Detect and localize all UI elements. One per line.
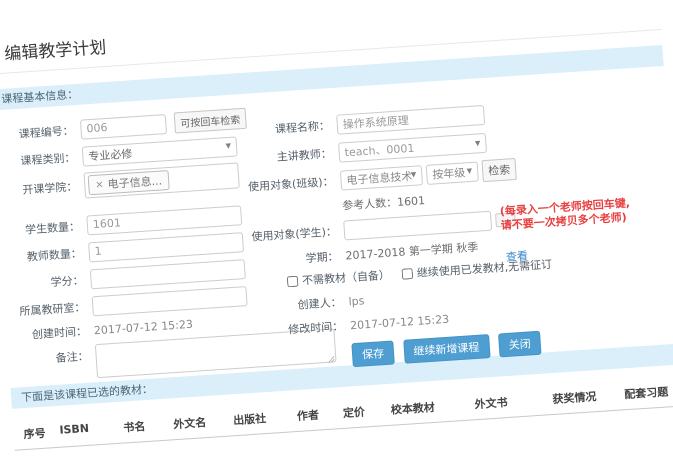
col-author: 作者: [297, 405, 344, 424]
class-college-value: 电子信息技术学院: [346, 167, 412, 187]
caret-down-icon: ▼: [411, 172, 417, 179]
remark-label: 备注：: [8, 344, 96, 369]
modify-time-value: 2017-07-12 15:23: [350, 312, 450, 332]
college-tag-label: 电子信息...: [107, 172, 162, 192]
page-wrapper: 编辑教学计划 课程基本信息： 课程编号： 可按回车检索 课程类别： 专业必修 ▼: [0, 0, 673, 459]
college-multiselect[interactable]: × 电子信息...: [83, 162, 239, 198]
close-button[interactable]: 关闭: [498, 331, 541, 358]
student-count-input[interactable]: [86, 205, 242, 235]
course-no-label: 课程编号：: [0, 121, 81, 143]
student-target-label: 使用对象(学生)：: [241, 222, 345, 245]
class-college-select[interactable]: 电子信息技术学院 ▼: [340, 165, 423, 190]
course-name-input[interactable]: [336, 104, 485, 134]
class-target-label: 使用对象(班级)：: [237, 172, 341, 195]
no-textbook-checkbox[interactable]: [287, 275, 299, 287]
credit-input[interactable]: [90, 259, 246, 289]
class-search-button[interactable]: 检索: [481, 157, 516, 181]
create-time-value: 2017-07-12 15:23: [93, 317, 193, 337]
credit-label: 学分：: [3, 271, 91, 293]
teach-office-label: 所属教研室：: [5, 298, 93, 320]
course-type-value: 专业必修: [88, 145, 133, 164]
no-textbook-option: 不需教材（自备）: [287, 267, 391, 290]
student-count-label: 学生数量：: [0, 217, 87, 239]
course-type-label: 课程类别：: [0, 148, 83, 170]
edit-teaching-plan-page: 编辑教学计划 课程基本信息： 课程编号： 可按回车检索 课程类别： 专业必修 ▼: [0, 0, 673, 459]
creator-label: 创建人：: [245, 293, 349, 316]
ref-count-text: 参考人数：1601: [342, 192, 426, 213]
basic-info-form: 课程编号： 可按回车检索 课程类别： 专业必修 ▼ 开课学院： ×: [0, 66, 673, 388]
college-tag: × 电子信息...: [88, 170, 170, 195]
college-label: 开课学院：: [0, 178, 85, 200]
grade-select-value: 按年级: [432, 164, 466, 182]
semester-value: 2017-2018 第一学期 秋季: [345, 239, 479, 264]
save-button[interactable]: 保存: [351, 340, 394, 367]
semester-label: 学期：: [242, 247, 346, 270]
col-exercises: 配套习题: [624, 382, 673, 403]
teacher-count-label: 教师数量：: [1, 244, 89, 266]
col-foreign-name: 外文名: [173, 412, 234, 432]
teacher-label: 主讲教师：: [235, 144, 339, 167]
caret-down-icon: ▼: [225, 143, 231, 150]
student-target-input[interactable]: [343, 210, 492, 240]
col-book-name: 书名: [123, 416, 174, 435]
form-right-column: 课程名称： 主讲教师： ▼ 使用对象(班级)： 电子信息技术学院 ▼: [233, 92, 673, 374]
remove-tag-icon[interactable]: ×: [95, 179, 104, 191]
col-publisher: 出版社: [233, 408, 298, 428]
caret-down-icon[interactable]: ▼: [475, 140, 481, 147]
col-index: 序号: [23, 424, 60, 442]
grade-select[interactable]: 按年级 ▼: [426, 161, 479, 184]
teacher-count-input[interactable]: [88, 232, 244, 262]
teacher-combo-input[interactable]: [338, 132, 487, 162]
col-school-textbook: 校本教材: [390, 396, 475, 418]
reuse-textbook-label: 继续使用已发教材,无需征订: [416, 256, 552, 281]
reuse-textbook-checkbox[interactable]: [401, 268, 413, 280]
create-time-label: 创建时间：: [7, 322, 95, 344]
creator-value: lps: [348, 294, 365, 308]
modify-time-label: 修改时间：: [247, 317, 351, 340]
course-name-label: 课程名称：: [233, 116, 337, 139]
reuse-textbook-option: 继续使用已发教材,无需征订: [401, 256, 552, 282]
col-foreign-book: 外文书: [474, 391, 553, 412]
caret-down-icon: ▼: [467, 168, 473, 175]
col-price: 定价: [342, 402, 391, 421]
col-awards: 获奖情况: [552, 386, 625, 407]
course-type-select[interactable]: 专业必修 ▼: [82, 136, 238, 166]
view-classes-link[interactable]: 查看: [505, 247, 528, 264]
no-textbook-label: 不需教材（自备）: [302, 267, 391, 289]
course-no-input[interactable]: [80, 114, 167, 140]
teach-office-input[interactable]: [92, 286, 248, 316]
